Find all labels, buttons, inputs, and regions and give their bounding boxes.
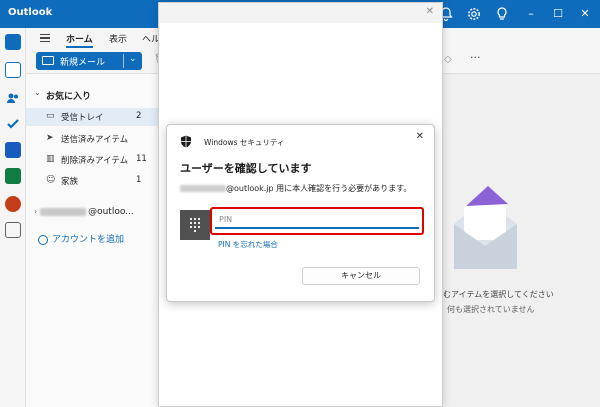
close-icon[interactable]: ✕ [426,6,434,17]
gear-icon[interactable] [466,6,482,22]
close-icon[interactable]: ✕ [416,131,424,142]
hamburger-icon[interactable] [40,34,50,42]
new-mail-label: 新規メール [60,58,106,68]
folder-family[interactable]: ☺ 家族 1 [26,172,158,190]
tag-icon[interactable]: ◇ [444,54,452,65]
folder-pane: ⌄ お気に入り ▭ 受信トレイ 2 ➤ 送信済みアイテム ▥ 削除済みアイテム … [26,74,158,407]
envelope-icon [42,56,54,65]
new-mail-button[interactable]: 新規メール ⌄ [36,52,142,70]
trash-icon: ▥ [46,154,55,164]
dialog-window-title: Windows セキュリティ [204,138,285,147]
folder-count: 2 [136,111,142,121]
word-icon[interactable] [5,142,21,158]
redacted-account-name [40,207,87,216]
reading-pane: むアイテムを選択してください 何も選択されていません [443,74,600,407]
folder-inbox[interactable]: ▭ 受信トレイ 2 [26,108,158,126]
add-account-link[interactable]: アカウントを追加 [38,232,124,245]
folder-label: 家族 [61,177,79,187]
close-window-button[interactable]: ✕ [578,7,592,21]
cancel-button[interactable]: キャンセル [302,267,420,285]
excel-icon[interactable] [5,168,21,184]
description-text: @outlook.jp 用に本人確認を行う必要があります。 [226,184,412,193]
keypad-icon [189,217,201,233]
shield-icon [181,135,191,148]
add-person-icon [38,234,48,245]
folder-deleted[interactable]: ▥ 削除済みアイテム 11 [26,151,158,169]
windows-security-dialog: Windows セキュリティ ✕ ユーザーを確認しています @outlook.j… [166,124,435,302]
chevron-down-icon[interactable]: ⌄ [34,88,41,97]
signin-titlebar: ✕ [159,3,442,23]
folder-label: 受信トレイ [61,113,104,123]
pin-keypad-tile [180,210,210,240]
todo-icon[interactable] [5,116,21,132]
more-icon[interactable]: ··· [470,51,481,64]
app-rail [0,28,26,407]
add-account-label: アカウントを追加 [52,235,125,245]
folder-count: 1 [136,175,142,185]
tab-view[interactable]: 表示 [109,32,127,45]
favorites-heading[interactable]: お気に入り [46,89,91,102]
powerpoint-icon[interactable] [5,196,21,212]
tab-home[interactable]: ホーム [66,32,93,48]
folder-label: 削除済みアイテム [61,156,129,166]
account-entry[interactable]: › @outloo... [34,207,134,217]
envelope-illustration [454,186,517,269]
minimize-button[interactable]: – [524,7,538,21]
inbox-icon: ▭ [46,111,55,121]
dialog-heading: ユーザーを確認しています [180,162,312,175]
app-title: Outlook [8,7,53,18]
people-icon: ☺ [46,175,56,185]
folder-label: 送信済みアイテム [61,135,129,145]
divider [123,54,124,68]
maximize-button[interactable]: ☐ [551,7,565,21]
people-icon[interactable] [5,90,21,106]
folder-sent[interactable]: ➤ 送信済みアイテム [26,130,158,148]
reading-pane-empty: 何も選択されていません [447,305,535,314]
apps-icon[interactable] [5,222,21,238]
reading-pane-prompt: むアイテムを選択してください [443,290,554,299]
forgot-pin-link[interactable]: PIN を忘れた場合 [218,239,278,250]
chevron-down-icon[interactable]: ⌄ [129,54,137,64]
redacted-account-name [180,185,226,192]
account-suffix: @outloo... [88,207,134,217]
mail-icon[interactable] [5,34,21,50]
chevron-right-icon: › [34,207,38,216]
red-highlight-box [210,207,424,235]
lightbulb-icon[interactable] [494,6,510,22]
calendar-icon[interactable] [5,62,21,78]
folder-count: 11 [136,154,147,164]
send-icon: ➤ [46,133,54,143]
dialog-description: @outlook.jp 用に本人確認を行う必要があります。 [180,183,411,194]
